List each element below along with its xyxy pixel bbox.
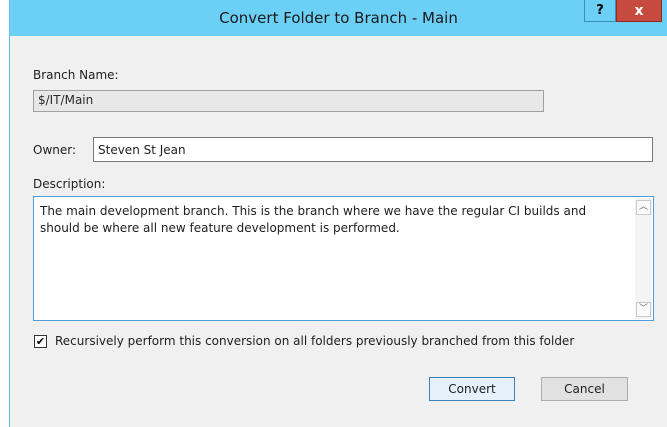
branch-name-field: $/IT/Main — [33, 90, 544, 112]
owner-label: Owner: — [33, 143, 77, 157]
scroll-down-icon[interactable]: ﹀ — [636, 302, 651, 317]
scroll-up-icon[interactable]: ︿ — [636, 200, 651, 215]
description-scrollbar[interactable]: ︿ ﹀ — [635, 198, 652, 319]
cancel-button[interactable]: Cancel — [541, 377, 628, 401]
title-bar[interactable]: Convert Folder to Branch - Main ? x — [10, 0, 667, 36]
description-label: Description: — [33, 177, 106, 191]
help-button[interactable]: ? — [584, 0, 616, 22]
recursive-checkbox[interactable]: ✔ — [34, 335, 47, 348]
description-text: The main development branch. This is the… — [40, 204, 587, 235]
close-button[interactable]: x — [616, 0, 662, 22]
recursive-label[interactable]: Recursively perform this conversion on a… — [55, 334, 574, 348]
branch-name-label: Branch Name: — [33, 68, 119, 82]
dialog-title: Convert Folder to Branch - Main — [219, 9, 458, 27]
description-textarea[interactable]: The main development branch. This is the… — [33, 196, 654, 321]
convert-folder-dialog: Convert Folder to Branch - Main ? x Bran… — [9, 0, 667, 427]
owner-field[interactable]: Steven St Jean — [93, 137, 653, 162]
convert-button[interactable]: Convert — [429, 377, 515, 401]
